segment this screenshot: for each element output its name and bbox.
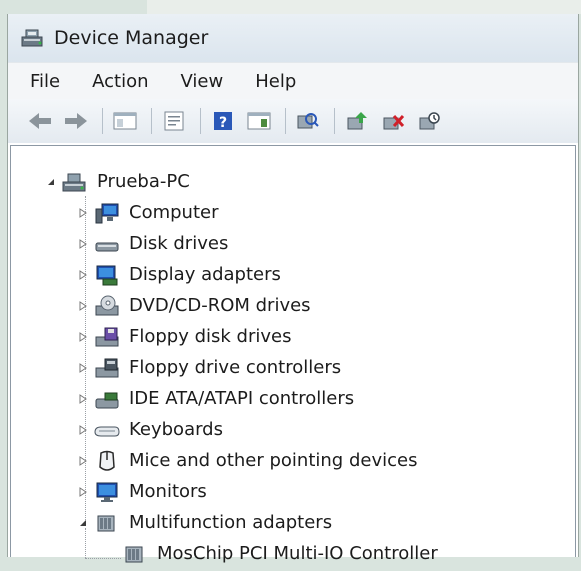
multifunction-icon [93,511,121,535]
collapse-arrow-icon[interactable] [45,176,57,188]
expand-arrow-icon[interactable] [77,331,89,343]
toolbar-separator [151,108,152,134]
tree-item-ide-controllers[interactable]: IDE ATA/ATAPI controllers [77,383,354,414]
tree-item-label: Display adapters [129,264,281,285]
tree-item-floppy-disk-drives[interactable]: Floppy disk drives [77,321,291,352]
tree-item-computer[interactable]: Computer [77,197,218,228]
device-tree: Prueba-PC Computer Disk drives Display a… [10,145,576,564]
tree-item-monitors[interactable]: Monitors [77,476,207,507]
tree-item-dvd-drives[interactable]: DVD/CD-ROM drives [77,290,311,321]
title-bar[interactable]: Device Manager [8,14,578,62]
tree-item-disk-drives[interactable]: Disk drives [77,228,228,259]
menu-bar: File Action View Help [8,62,578,100]
monitor-icon [93,480,121,504]
keyboard-icon [93,418,121,442]
disk-drive-icon [93,232,121,256]
tree-item-moschip-controller[interactable]: MosChip PCI Multi-IO Controller [121,538,438,569]
tree-item-label: MosChip PCI Multi-IO Controller [157,543,438,564]
computer-icon [93,201,121,225]
tree-connector-line [85,558,121,559]
tree-item-label: Monitors [129,481,207,502]
collapse-arrow-icon[interactable] [77,517,89,529]
background-panel [147,0,581,14]
svg-text:?: ? [219,115,227,131]
properties-icon[interactable] [160,107,188,135]
floppy-controller-icon [93,356,121,380]
expand-arrow-icon[interactable] [77,455,89,467]
tree-item-floppy-drive-controllers[interactable]: Floppy drive controllers [77,352,341,383]
tree-item-label: Mice and other pointing devices [129,450,418,471]
expand-arrow-icon[interactable] [77,269,89,281]
floppy-disk-icon [93,325,121,349]
uninstall-icon[interactable] [379,107,407,135]
tree-item-label: Disk drives [129,233,229,254]
toolbar-separator [200,108,201,134]
expand-arrow-icon[interactable] [77,300,89,312]
expand-arrow-icon[interactable] [77,486,89,498]
expand-arrow-icon[interactable] [77,424,89,436]
tree-root-prueba-pc[interactable]: Prueba-PC [45,166,190,197]
tree-item-mice[interactable]: Mice and other pointing devices [77,445,417,476]
tree-item-label: IDE ATA/ATAPI controllers [129,388,355,409]
tree-item-label: Multifunction adapters [129,512,333,533]
mouse-icon [93,449,121,473]
expand-arrow-icon[interactable] [77,207,89,219]
tree-item-keyboards[interactable]: Keyboards [77,414,223,445]
toolbar-separator [334,108,335,134]
device-manager-icon [20,27,46,49]
window-title: Device Manager [54,27,209,49]
device-manager-window: Device Manager File Action View Help ? P… [7,14,579,564]
scan-hardware-icon[interactable] [294,107,322,135]
help-icon[interactable]: ? [209,107,237,135]
computer-root-icon [61,170,89,194]
menu-action[interactable]: Action [76,71,164,92]
disable-icon[interactable] [415,107,443,135]
ide-controller-icon [93,387,121,411]
toolbar-separator [102,108,103,134]
tree-item-label: Computer [129,202,219,223]
forward-icon[interactable] [62,107,90,135]
update-driver-icon[interactable] [343,107,371,135]
tree-item-display-adapters[interactable]: Display adapters [77,259,281,290]
show-hide-console-tree-icon[interactable] [111,107,139,135]
expand-arrow-icon[interactable] [77,362,89,374]
tree-item-multifunction-adapters[interactable]: Multifunction adapters [77,507,332,538]
expand-arrow-icon[interactable] [77,393,89,405]
toolbar-separator [285,108,286,134]
action-pane-icon[interactable] [245,107,273,135]
menu-file[interactable]: File [8,71,76,92]
dvd-drive-icon [93,294,121,318]
tree-root-label: Prueba-PC [97,171,190,192]
expand-arrow-icon[interactable] [77,238,89,250]
toolbar: ? [8,99,578,143]
multifunction-icon [121,542,149,566]
display-adapter-icon [93,263,121,287]
tree-item-label: Keyboards [129,419,223,440]
tree-item-label: Floppy disk drives [129,326,292,347]
menu-help[interactable]: Help [239,71,312,92]
back-icon[interactable] [26,107,54,135]
tree-item-label: Floppy drive controllers [129,357,342,378]
menu-view[interactable]: View [165,71,240,92]
tree-item-label: DVD/CD-ROM drives [129,295,311,316]
